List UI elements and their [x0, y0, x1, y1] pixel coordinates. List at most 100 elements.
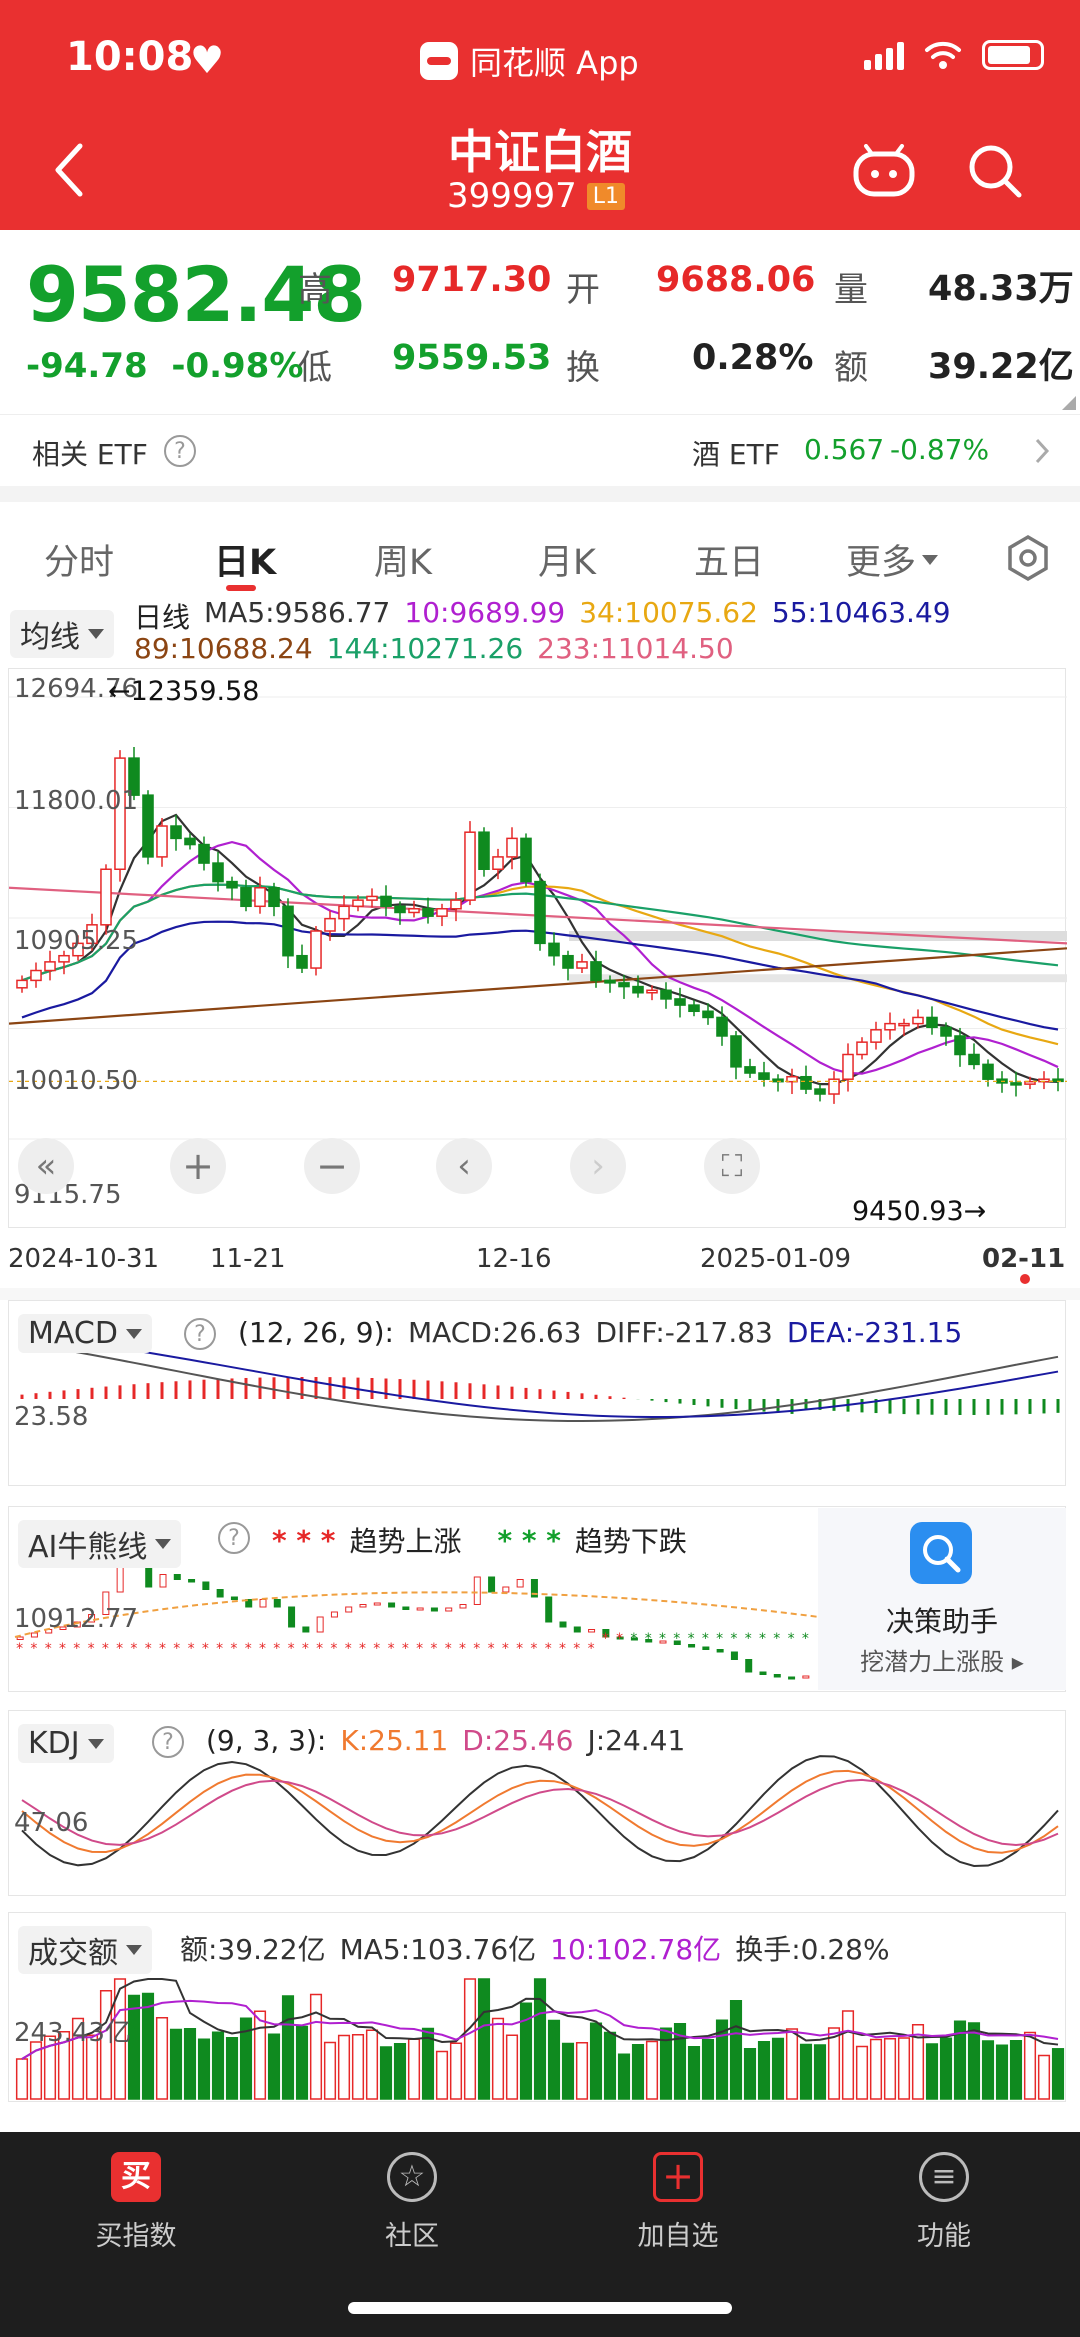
open-label: 开 [566, 270, 600, 310]
volume-bar [701, 2039, 715, 2100]
candle-body [604, 979, 616, 984]
candle-body [576, 961, 588, 969]
candle-body [310, 930, 322, 969]
volume-bar [1009, 2040, 1023, 2100]
candle-body [464, 831, 476, 901]
trend-star: * [230, 1641, 237, 1657]
status-app[interactable]: 同花顺 App [420, 38, 639, 84]
etf-label: 相关 ETF [32, 438, 148, 471]
decision-assistant-sub-text: 挖潜力上涨股 [860, 1648, 1005, 1676]
nav-community[interactable]: ☆ 社区 [322, 2152, 502, 2253]
trend-star: * [445, 1641, 452, 1657]
candle-body [940, 1026, 952, 1037]
search-icon[interactable] [966, 142, 1024, 200]
volume-bar [771, 2037, 785, 2100]
scroll-right-icon[interactable]: › [570, 1138, 626, 1194]
menu-icon: ≡ [919, 2152, 969, 2202]
help-icon[interactable]: ? [218, 1522, 250, 1554]
candle-body [898, 1022, 910, 1027]
tab-weekly[interactable]: 周K [374, 534, 432, 585]
trend-star: * [245, 1641, 252, 1657]
volume-bar [225, 2037, 239, 2100]
volume-bar [841, 2010, 855, 2100]
decision-assistant-card[interactable]: 决策助手 挖潜力上涨股 ▸ [818, 1508, 1066, 1690]
ai-candle [559, 1621, 567, 1628]
ai-candle [488, 1576, 496, 1593]
nav-functions[interactable]: ≡ 功能 [854, 2152, 1034, 2253]
help-icon[interactable]: ? [152, 1726, 184, 1758]
ai-candle [788, 1676, 796, 1680]
help-icon[interactable]: ? [164, 435, 196, 467]
candle-body [156, 825, 168, 858]
ai-candle [588, 1629, 596, 1633]
volume-bar [211, 2031, 225, 2100]
status-app-label: 同花顺 App [470, 44, 639, 82]
ma-legend-item: 日线 [134, 601, 191, 634]
price-change: -94.78 -0.98% [26, 346, 303, 386]
fullscreen-icon[interactable]: ⛶ [704, 1138, 760, 1194]
volume-bar [575, 2042, 589, 2100]
candle-body [758, 1072, 770, 1080]
macd-y-label: 23.58 [14, 1402, 89, 1432]
macd-selector[interactable]: MACD [18, 1314, 152, 1353]
rewind-icon[interactable]: « [18, 1138, 74, 1194]
k-value: K:25.11 [340, 1724, 449, 1757]
candle-body [618, 982, 630, 988]
volume-bar [393, 2043, 407, 2100]
chevron-right-icon [1035, 438, 1050, 464]
ai-selector-label: AI牛熊线 [28, 1530, 148, 1565]
ai-candle [316, 1616, 324, 1633]
date-label-3: 12-16 [476, 1244, 552, 1274]
robot-assistant-icon[interactable] [852, 144, 916, 198]
help-icon[interactable]: ? [184, 1318, 216, 1350]
candle-body [324, 917, 336, 932]
candle-body [814, 1088, 826, 1095]
scroll-left-icon[interactable]: ‹ [436, 1138, 492, 1194]
trend-star: * [159, 1641, 166, 1657]
zoom-in-icon[interactable]: + [170, 1138, 226, 1194]
battery-icon [982, 40, 1044, 70]
tab-five-day[interactable]: 五日 [694, 534, 764, 585]
settings-icon[interactable] [1004, 534, 1052, 582]
nav-add-watchlist[interactable]: + 加自选 [588, 2152, 768, 2253]
candle-body [492, 856, 504, 870]
nav-buy-index[interactable]: 买 买指数 [46, 2152, 226, 2253]
tab-intraday[interactable]: 分时 [44, 534, 114, 585]
tab-more[interactable]: 更多 [846, 534, 939, 585]
nav-label: 社区 [385, 2221, 439, 2252]
volume-bar [169, 2028, 183, 2100]
trend-star: * [745, 1631, 752, 1647]
kdj-params: (9, 3, 3): [206, 1724, 327, 1757]
expand-corner-icon[interactable] [1062, 396, 1076, 410]
ma-legend-item: 55:10463.49 [771, 596, 951, 629]
volume-bar [687, 2046, 701, 2100]
zoom-out-icon[interactable]: − [304, 1138, 360, 1194]
candle-body [240, 887, 252, 908]
candle-body [660, 989, 672, 1000]
volume-selector[interactable]: 成交额 [18, 1926, 152, 1974]
ai-candle [702, 1646, 710, 1650]
trend-star: * [416, 1641, 423, 1657]
volume-bar [533, 1978, 547, 2100]
related-etf-row[interactable]: 相关 ETF ? 酒 ETF 0.567 -0.87% [0, 414, 1080, 486]
home-indicator[interactable] [348, 2302, 732, 2314]
ai-y-label: 10912.77 [14, 1604, 139, 1634]
ma-legend-item: 10:9689.99 [404, 596, 566, 629]
trend-star: * [716, 1631, 723, 1647]
trend-star: * [588, 1641, 595, 1657]
volume-bar [155, 2017, 169, 2100]
ai-selector[interactable]: AI牛熊线 [18, 1520, 182, 1568]
vol-amount: 额:39.22亿 [180, 1933, 326, 1966]
tab-monthly[interactable]: 月K [538, 534, 596, 585]
ai-candle [430, 1607, 438, 1612]
wifi-icon [925, 41, 961, 69]
candle-body [506, 837, 518, 858]
candle-body [422, 908, 434, 917]
kdj-selector[interactable]: KDJ [18, 1724, 114, 1763]
candle-body [870, 1029, 882, 1043]
ma-selector[interactable]: 均线 [10, 610, 114, 658]
status-time: 10:08 [66, 34, 194, 80]
volume-bar [855, 2045, 869, 2100]
ai-candle [773, 1674, 781, 1678]
tab-daily[interactable]: 日K [214, 534, 276, 585]
